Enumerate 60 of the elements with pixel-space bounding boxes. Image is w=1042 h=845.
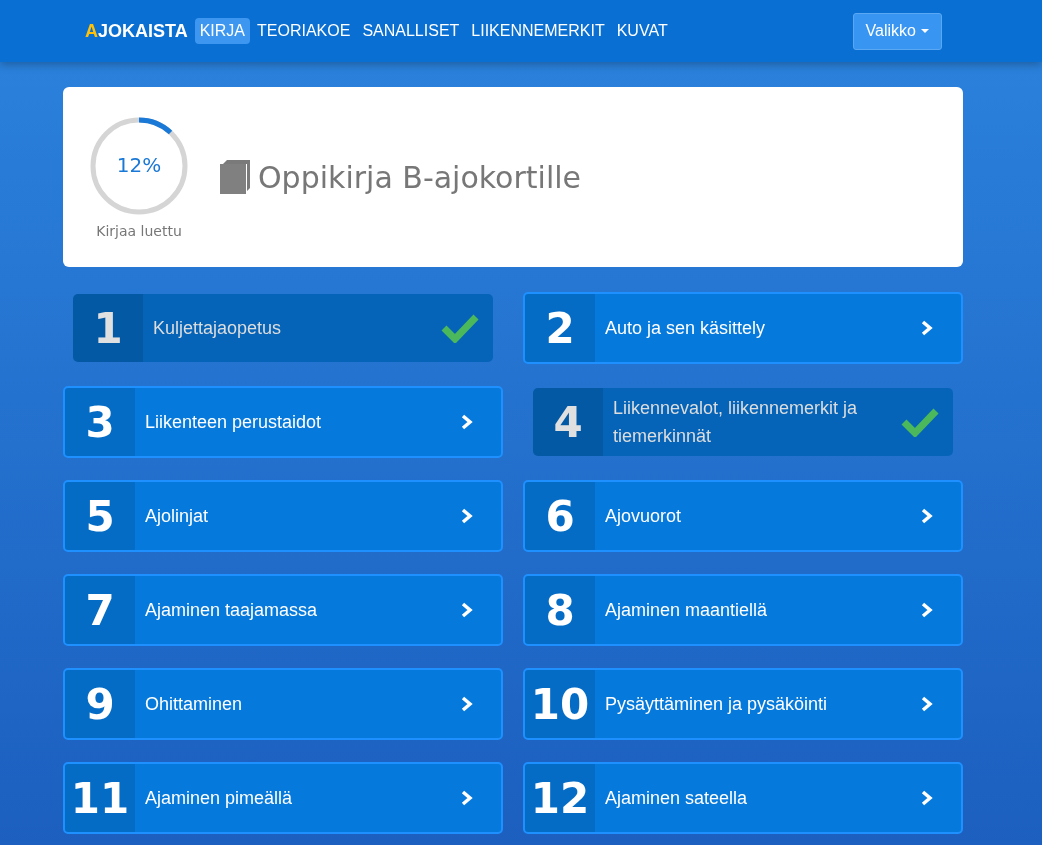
chapter-title: Ajovuorot [604, 505, 683, 528]
chapter-card[interactable]: 7 Ajaminen taajamassa [63, 574, 503, 646]
nav-link[interactable]: KUVAT [611, 18, 673, 44]
chapter-card[interactable]: 5 Ajolinjat [63, 480, 503, 552]
chapter-card[interactable]: 1 Kuljettajaopetus [73, 294, 493, 362]
chapter-number: 7 [65, 576, 135, 644]
chevron-right-icon [921, 320, 933, 336]
chevron-right-icon [921, 602, 933, 618]
checkmark-icon [441, 313, 479, 343]
chapter-number: 6 [525, 482, 595, 550]
chapter-card[interactable]: 2 Auto ja sen käsittely [523, 292, 963, 364]
chapter-title: Liikenteen perustaidot [144, 411, 323, 434]
chapter-number: 2 [525, 294, 595, 362]
chapter-number: 11 [65, 764, 135, 832]
chapter-title: Kuljettajaopetus [152, 317, 283, 340]
chapter-number: 8 [525, 576, 595, 644]
chapter-card[interactable]: 9 Ohittaminen [63, 668, 503, 740]
chapter-title: Auto ja sen käsittely [604, 317, 767, 340]
caret-icon [921, 29, 929, 33]
chevron-right-icon [461, 508, 473, 524]
chapter-title: Pysäyttäminen ja pysäköinti [604, 693, 829, 716]
page-title: Oppikirja B-ajokortille [258, 159, 582, 195]
chapter-title: Ajaminen pimeällä [144, 787, 294, 810]
chapter-number: 9 [65, 670, 135, 738]
chevron-right-icon [921, 696, 933, 712]
checkmark-icon [901, 407, 939, 437]
progress-percent: 12% [115, 153, 163, 177]
site-logo[interactable]: AJOKAISTA [85, 20, 188, 42]
chapter-title: Ajolinjat [144, 505, 210, 528]
chevron-right-icon [921, 508, 933, 524]
chapter-title: Ajaminen taajamassa [144, 599, 319, 622]
chevron-right-icon [461, 414, 473, 430]
chapter-card[interactable]: 11 Ajaminen pimeällä [63, 762, 503, 834]
nav-link[interactable]: SANALLISET [357, 18, 465, 44]
chapter-number: 4 [533, 388, 603, 456]
nav-link[interactable]: KIRJA [194, 18, 251, 44]
chapter-number: 12 [525, 764, 595, 832]
nav-link[interactable]: LIIKENNEMERKIT [466, 18, 610, 44]
menu-dropdown-button[interactable]: Valikko [852, 12, 942, 50]
chapter-number: 3 [65, 388, 135, 456]
chapter-card[interactable]: 8 Ajaminen maantiellä [523, 574, 963, 646]
chapter-card[interactable]: 6 Ajovuorot [523, 480, 963, 552]
chapter-card[interactable]: 10 Pysäyttäminen ja pysäköinti [523, 668, 963, 740]
chapter-card[interactable]: 12 Ajaminen sateella [523, 762, 963, 834]
book-icon [220, 160, 250, 194]
chevron-right-icon [461, 790, 473, 806]
chapter-title: Ajaminen sateella [604, 787, 749, 810]
chevron-right-icon [461, 696, 473, 712]
chapter-title: Liikennevalot, liikennemerkit ja tiemerkinnät [612, 397, 859, 448]
chapter-card[interactable]: 4 Liikennevalot, liikennemerkit ja tiemerkinnät [533, 388, 953, 456]
chevron-right-icon [921, 790, 933, 806]
chapter-title: Ajaminen maantiellä [604, 599, 769, 622]
chapter-number: 10 [525, 670, 595, 738]
chapter-card[interactable]: 3 Liikenteen perustaidot [63, 386, 503, 458]
chapter-number: 5 [65, 482, 135, 550]
chapter-title: Ohittaminen [144, 693, 244, 716]
nav-link[interactable]: TEORIAKOE [252, 18, 356, 44]
chevron-right-icon [461, 602, 473, 618]
progress-caption: Kirjaa luettu [96, 223, 182, 239]
chapter-number: 1 [73, 294, 143, 362]
